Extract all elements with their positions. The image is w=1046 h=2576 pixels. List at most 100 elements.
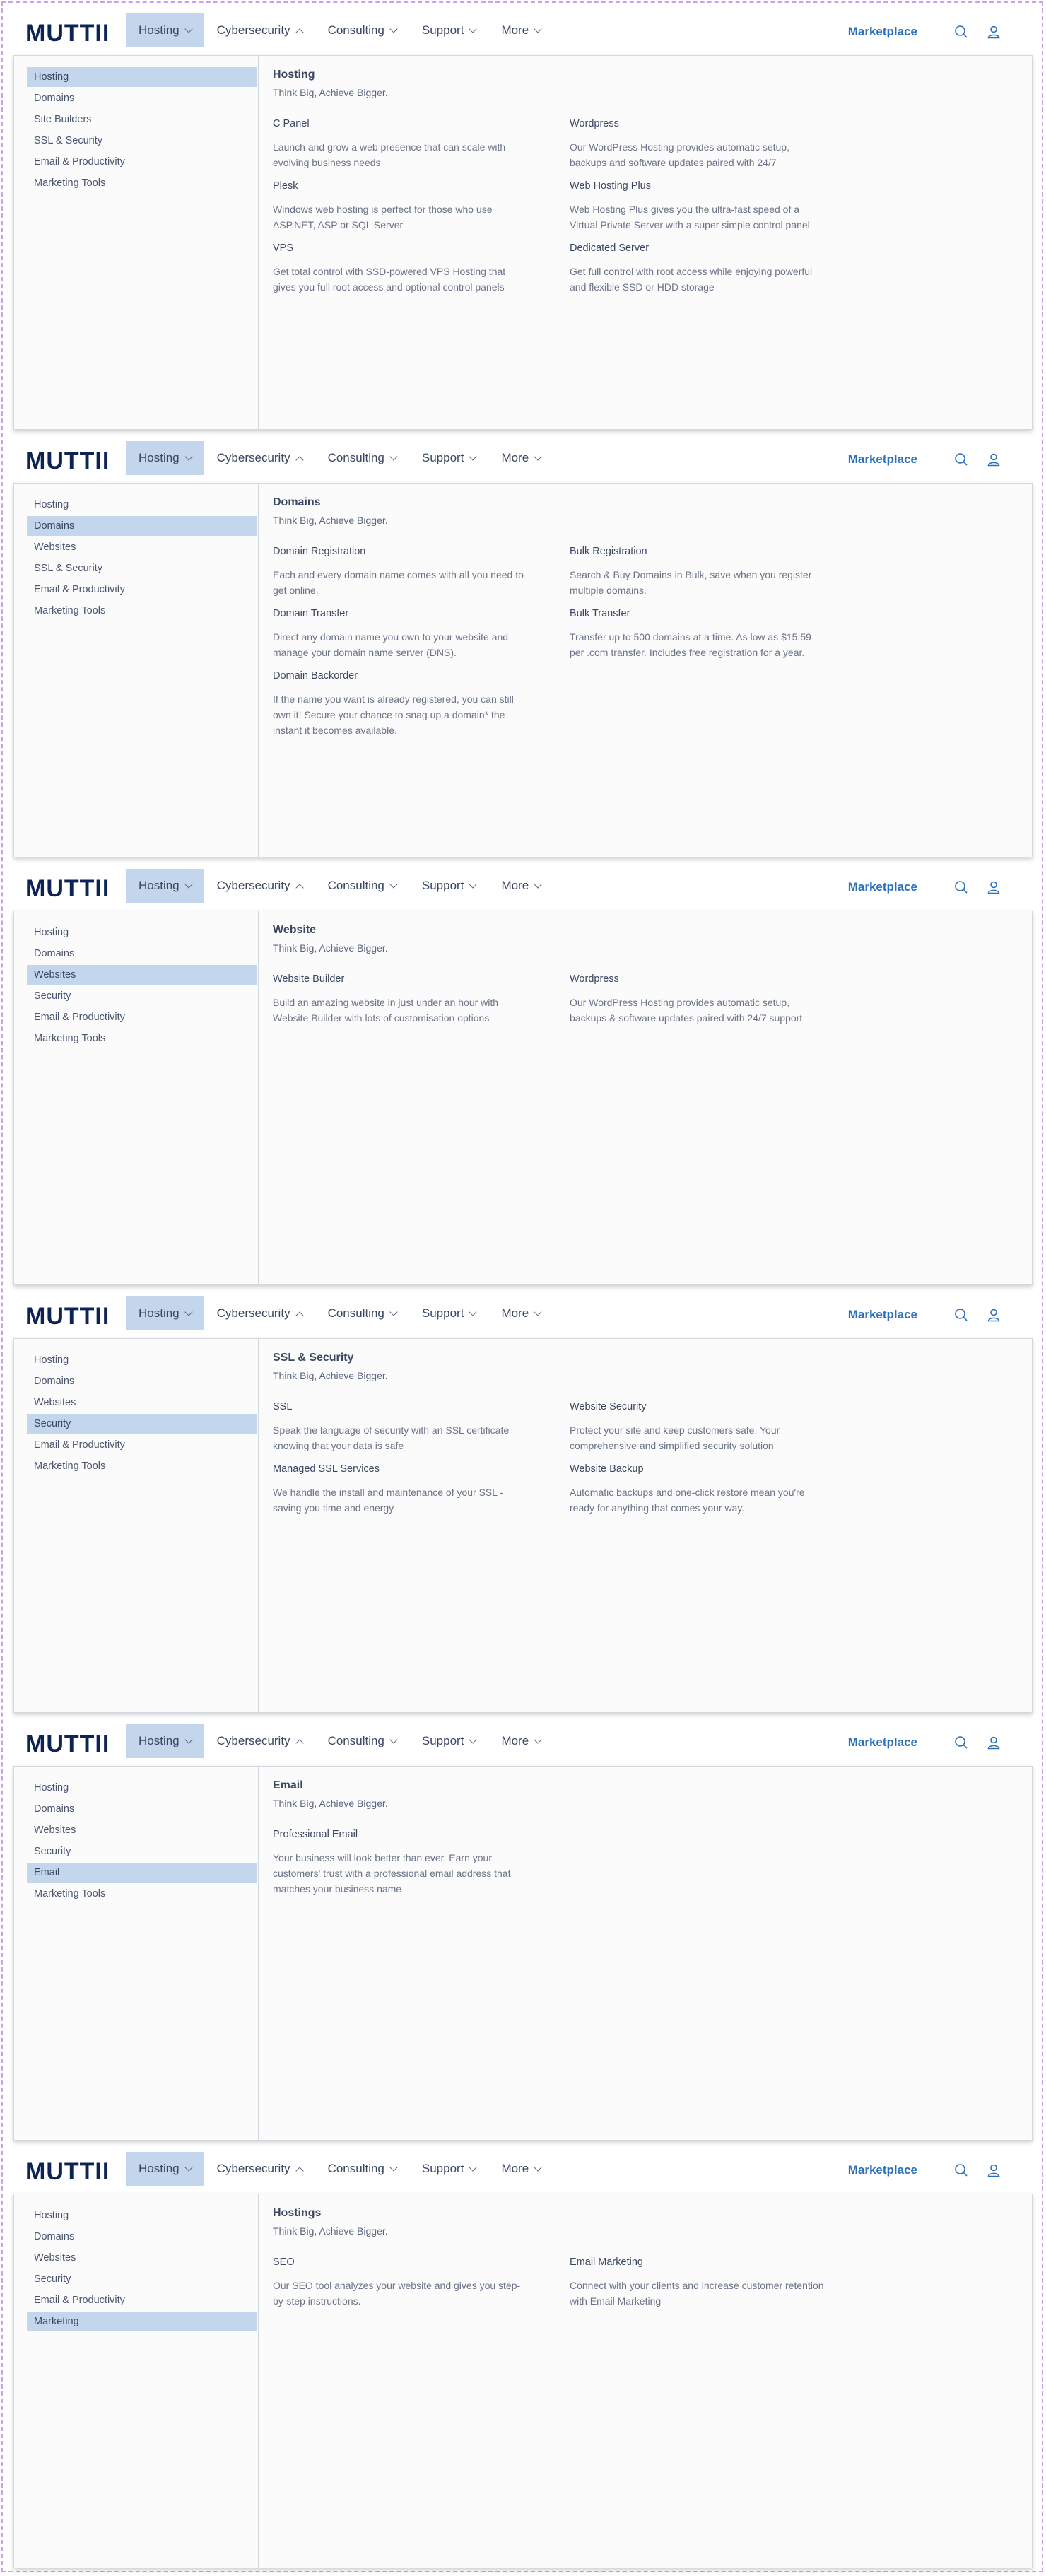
- sidebar-item-hosting[interactable]: Hosting: [27, 495, 257, 515]
- sidebar-item-hosting[interactable]: Hosting: [27, 2206, 257, 2225]
- service-item[interactable]: Professional Email Your business will loo…: [273, 1829, 570, 1897]
- service-name[interactable]: Website Backup: [570, 1463, 866, 1475]
- search-icon[interactable]: [953, 879, 970, 896]
- sidebar-item-domains[interactable]: Domains: [27, 1799, 257, 1819]
- nav-item-support[interactable]: Support: [409, 1724, 489, 1758]
- nav-item-more[interactable]: More: [488, 1296, 553, 1330]
- nav-item-more[interactable]: More: [488, 13, 553, 47]
- service-name[interactable]: Professional Email: [273, 1829, 570, 1840]
- sidebar-item-domains[interactable]: Domains: [27, 88, 257, 108]
- service-name[interactable]: SEO: [273, 2256, 570, 2268]
- nav-item-consulting[interactable]: Consulting: [315, 13, 409, 47]
- service-name[interactable]: Wordpress: [570, 118, 866, 129]
- sidebar-item-email-and-productivity[interactable]: Email & Productivity: [27, 152, 257, 172]
- sidebar-item-marketing-tools[interactable]: Marketing Tools: [27, 1456, 257, 1476]
- nav-item-consulting[interactable]: Consulting: [315, 2152, 409, 2186]
- logo[interactable]: MUTTII: [25, 875, 113, 901]
- sidebar-item-security[interactable]: Security: [27, 986, 257, 1006]
- service-item[interactable]: Dedicated Server Get full control with ro…: [570, 242, 866, 295]
- sidebar-item-security[interactable]: Security: [27, 1842, 257, 1861]
- sidebar-item-ssl-and-security[interactable]: SSL & Security: [27, 131, 257, 151]
- marketplace-link[interactable]: Marketplace: [848, 1308, 917, 1322]
- service-name[interactable]: Wordpress: [570, 973, 866, 985]
- sidebar-item-email-and-productivity[interactable]: Email & Productivity: [27, 580, 257, 599]
- service-item[interactable]: Website Security Protect your site and ke…: [570, 1401, 866, 1453]
- nav-item-hosting[interactable]: Hosting: [126, 1724, 204, 1758]
- service-item[interactable]: Bulk Registration Search & Buy Domains in…: [570, 546, 866, 598]
- nav-item-hosting[interactable]: Hosting: [126, 441, 204, 475]
- nav-item-support[interactable]: Support: [409, 2152, 489, 2186]
- logo[interactable]: MUTTII: [25, 447, 113, 473]
- service-item[interactable]: Domain Registration Each and every domain…: [273, 546, 570, 598]
- logo[interactable]: MUTTII: [25, 2158, 113, 2184]
- nav-item-hosting[interactable]: Hosting: [126, 13, 204, 47]
- nav-item-consulting[interactable]: Consulting: [315, 869, 409, 903]
- sidebar-item-marketing-tools[interactable]: Marketing Tools: [27, 1884, 257, 1904]
- sidebar-item-marketing[interactable]: Marketing: [27, 2312, 257, 2331]
- sidebar-item-domains[interactable]: Domains: [27, 1371, 257, 1391]
- nav-item-support[interactable]: Support: [409, 1296, 489, 1330]
- service-name[interactable]: Bulk Transfer: [570, 608, 866, 619]
- nav-item-cybersecurity[interactable]: Cybersecurity: [204, 2152, 315, 2186]
- search-icon[interactable]: [953, 1734, 970, 1751]
- search-icon[interactable]: [953, 451, 970, 468]
- sidebar-item-hosting[interactable]: Hosting: [27, 67, 257, 87]
- nav-item-consulting[interactable]: Consulting: [315, 1296, 409, 1330]
- service-item[interactable]: C Panel Launch and grow a web presence th…: [273, 118, 570, 170]
- sidebar-item-hosting[interactable]: Hosting: [27, 1350, 257, 1370]
- service-name[interactable]: VPS: [273, 242, 570, 254]
- service-item[interactable]: Bulk Transfer Transfer up to 500 domains …: [570, 608, 866, 660]
- service-name[interactable]: Domain Backorder: [273, 670, 570, 681]
- nav-item-cybersecurity[interactable]: Cybersecurity: [204, 13, 315, 47]
- sidebar-item-hosting[interactable]: Hosting: [27, 1778, 257, 1798]
- sidebar-item-marketing-tools[interactable]: Marketing Tools: [27, 173, 257, 193]
- service-name[interactable]: Email Marketing: [570, 2256, 866, 2268]
- nav-item-cybersecurity[interactable]: Cybersecurity: [204, 869, 315, 903]
- marketplace-link[interactable]: Marketplace: [848, 25, 917, 39]
- service-item[interactable]: VPS Get total control with SSD-powered VP…: [273, 242, 570, 295]
- logo[interactable]: MUTTII: [25, 20, 113, 45]
- sidebar-item-email-and-productivity[interactable]: Email & Productivity: [27, 1007, 257, 1027]
- service-item[interactable]: SEO Our SEO tool analyzes your website an…: [273, 2256, 570, 2309]
- sidebar-item-email[interactable]: Email: [27, 1863, 257, 1883]
- service-name[interactable]: Domain Transfer: [273, 608, 570, 619]
- marketplace-link[interactable]: Marketplace: [848, 452, 917, 467]
- nav-item-cybersecurity[interactable]: Cybersecurity: [204, 1724, 315, 1758]
- sidebar-item-marketing-tools[interactable]: Marketing Tools: [27, 601, 257, 621]
- nav-item-more[interactable]: More: [488, 1724, 553, 1758]
- nav-item-consulting[interactable]: Consulting: [315, 1724, 409, 1758]
- user-icon[interactable]: [985, 879, 1002, 896]
- nav-item-consulting[interactable]: Consulting: [315, 441, 409, 475]
- sidebar-item-ssl-and-security[interactable]: SSL & Security: [27, 558, 257, 578]
- logo[interactable]: MUTTII: [25, 1303, 113, 1328]
- service-item[interactable]: Domain Backorder If the name you want is …: [273, 670, 570, 738]
- nav-item-support[interactable]: Support: [409, 441, 489, 475]
- nav-item-more[interactable]: More: [488, 2152, 553, 2186]
- marketplace-link[interactable]: Marketplace: [848, 880, 917, 894]
- sidebar-item-websites[interactable]: Websites: [27, 965, 257, 985]
- service-item[interactable]: Website Backup Automatic backups and one-…: [570, 1463, 866, 1516]
- service-item[interactable]: SSL Speak the language of security with a…: [273, 1401, 570, 1453]
- nav-item-cybersecurity[interactable]: Cybersecurity: [204, 1296, 315, 1330]
- service-name[interactable]: C Panel: [273, 118, 570, 129]
- user-icon[interactable]: [985, 23, 1002, 40]
- search-icon[interactable]: [953, 1306, 970, 1323]
- service-name[interactable]: Managed SSL Services: [273, 1463, 570, 1475]
- sidebar-item-marketing-tools[interactable]: Marketing Tools: [27, 1029, 257, 1048]
- nav-item-cybersecurity[interactable]: Cybersecurity: [204, 441, 315, 475]
- nav-item-more[interactable]: More: [488, 441, 553, 475]
- search-icon[interactable]: [953, 23, 970, 40]
- nav-item-support[interactable]: Support: [409, 13, 489, 47]
- search-icon[interactable]: [953, 2162, 970, 2179]
- logo[interactable]: MUTTII: [25, 1731, 113, 1756]
- user-icon[interactable]: [985, 1734, 1002, 1751]
- service-item[interactable]: Email Marketing Connect with your clients…: [570, 2256, 866, 2309]
- service-name[interactable]: Domain Registration: [273, 546, 570, 557]
- user-icon[interactable]: [985, 1306, 1002, 1323]
- nav-item-hosting[interactable]: Hosting: [126, 2152, 204, 2186]
- service-item[interactable]: Website Builder Build an amazing website …: [273, 973, 570, 1026]
- nav-item-hosting[interactable]: Hosting: [126, 1296, 204, 1330]
- service-name[interactable]: Web Hosting Plus: [570, 180, 866, 192]
- sidebar-item-domains[interactable]: Domains: [27, 944, 257, 964]
- service-name[interactable]: Plesk: [273, 180, 570, 192]
